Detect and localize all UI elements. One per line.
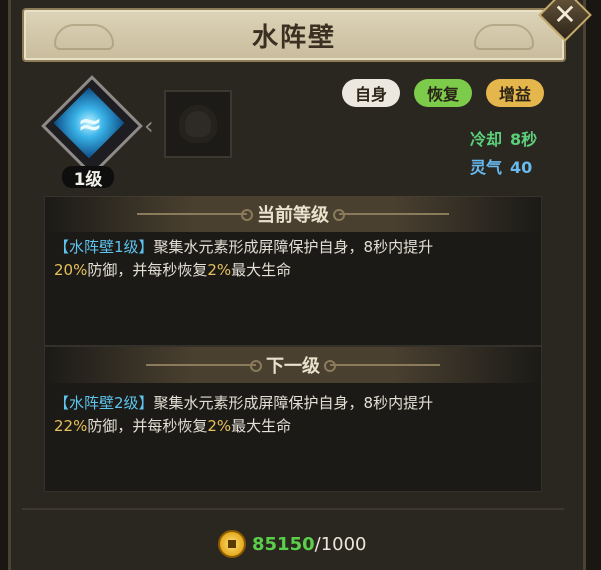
- locked-skill-icon: [179, 105, 217, 143]
- next-level-description: 【水阵壁2级】聚集水元素形成屏障保护自身，8秒内提升 22%防御，并每秒恢复2%…: [54, 394, 434, 435]
- next-heal-value: 2%: [207, 417, 232, 435]
- next-defense-value: 22%: [54, 417, 88, 435]
- next-skill-name: 【水阵壁2级】: [54, 394, 154, 412]
- chevron-left-icon: ‹: [144, 112, 154, 140]
- cooldown-label: 冷却: [470, 130, 503, 149]
- next-level-header: 下一级: [44, 347, 542, 383]
- next-skill-slot[interactable]: [164, 90, 232, 158]
- spirit-stat: 灵气 40: [470, 154, 532, 178]
- upgrade-cost: 85150/1000: [218, 530, 367, 558]
- spirit-label: 灵气: [470, 158, 503, 177]
- close-icon: ✕: [553, 0, 577, 31]
- skill-level-badge: 1级: [62, 166, 114, 190]
- current-skill-name: 【水阵壁1级】: [54, 238, 154, 256]
- cloud-ornament-icon: [54, 24, 114, 50]
- tag-self: 自身: [342, 79, 400, 107]
- current-defense-value: 20%: [54, 261, 88, 279]
- current-heal-value: 2%: [207, 261, 232, 279]
- skill-icon: ≈: [41, 75, 143, 177]
- next-level-heading: 下一级: [266, 356, 320, 377]
- cost-have: 85150: [252, 533, 315, 555]
- cost-need: /1000: [314, 533, 367, 555]
- current-level-heading: 当前等级: [257, 205, 329, 226]
- tag-buff: 增益: [486, 79, 544, 107]
- close-button[interactable]: ✕: [538, 0, 592, 42]
- window-title: 水阵壁: [251, 22, 336, 53]
- divider: [22, 508, 564, 510]
- spirit-value: 40: [510, 158, 533, 177]
- cooldown-stat: 冷却 8秒: [470, 126, 537, 150]
- cooldown-value: 8秒: [510, 130, 538, 149]
- tag-heal: 恢复: [414, 79, 472, 107]
- current-level-description: 【水阵壁1级】聚集水元素形成屏障保护自身，8秒内提升 20%防御，并每秒恢复2%…: [54, 238, 434, 279]
- current-level-header: 当前等级: [44, 196, 542, 232]
- title-bar: 水阵壁: [22, 8, 566, 62]
- coin-icon: [218, 530, 246, 558]
- cloud-ornament-icon: [474, 24, 534, 50]
